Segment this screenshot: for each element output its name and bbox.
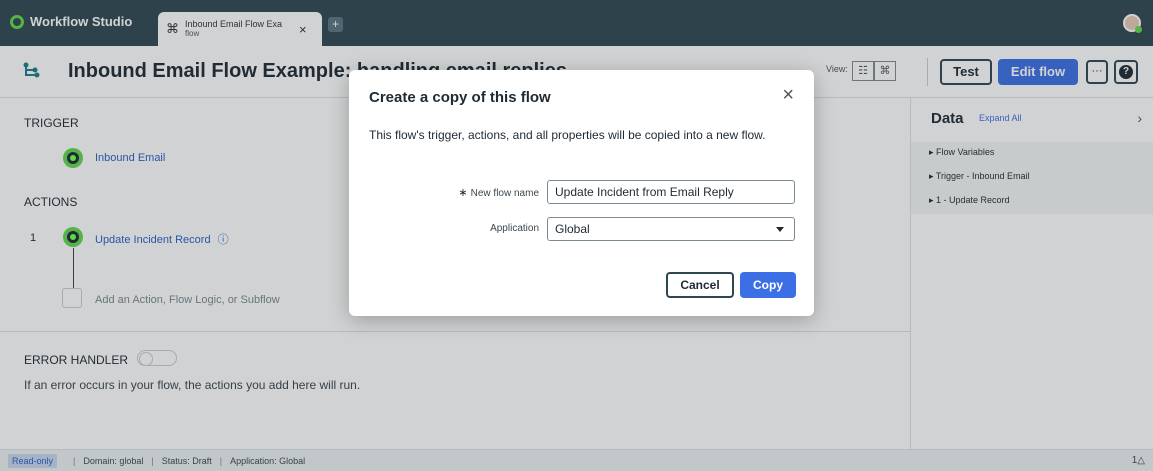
copy-button[interactable]: Copy bbox=[740, 272, 796, 298]
dialog-description: This flow's trigger, actions, and all pr… bbox=[369, 128, 766, 142]
required-icon: ∗ bbox=[458, 187, 468, 199]
cancel-button[interactable]: Cancel bbox=[666, 272, 734, 298]
dialog-title: Create a copy of this flow bbox=[369, 89, 551, 106]
copy-flow-dialog: Create a copy of this flow × This flow's… bbox=[349, 70, 814, 316]
new-flow-name-label: ∗ New flow name bbox=[458, 187, 539, 199]
application-select[interactable]: Global bbox=[547, 217, 795, 241]
application-selected-value: Global bbox=[555, 222, 590, 236]
close-icon[interactable]: × bbox=[782, 85, 794, 105]
application-label: Application bbox=[490, 223, 539, 234]
new-flow-name-field[interactable] bbox=[547, 180, 795, 204]
chevron-down-icon bbox=[776, 227, 784, 232]
